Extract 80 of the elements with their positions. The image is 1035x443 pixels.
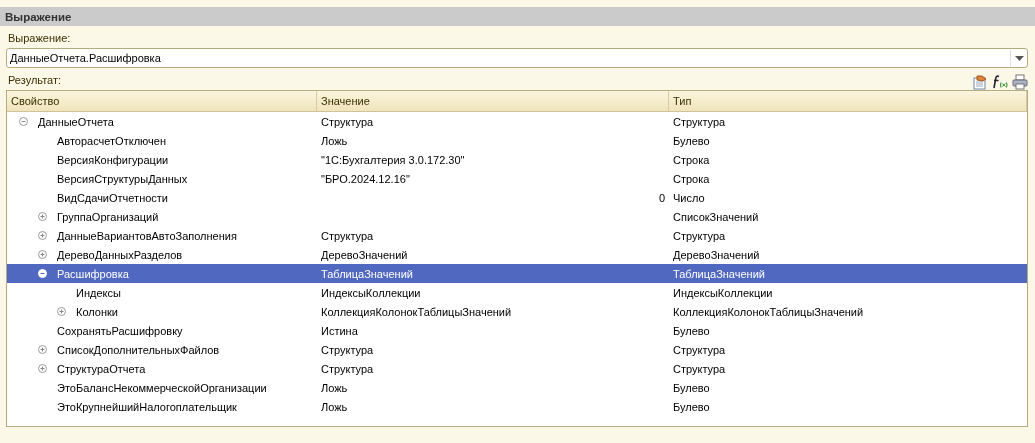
property-type: ДеревоЗначений xyxy=(673,248,760,261)
property-value: Структура xyxy=(321,229,374,242)
collapse-icon[interactable] xyxy=(19,117,28,126)
tree-row[interactable]: ДанныеВариантовАвтоЗаполнения Структура Структура xyxy=(7,226,1027,245)
tree-row[interactable]: СписокДополнительныхФайлов Структура Структура xyxy=(7,340,1027,359)
property-value: ИндексыКоллекции xyxy=(321,286,421,299)
tree-row[interactable]: ВидСдачиОтчетности 0 Число xyxy=(7,188,1027,207)
property-name: ДанныеВариантовАвтоЗаполнения xyxy=(57,229,237,242)
tree-row[interactable]: ВерсияСтруктурыДанных "БРО.2024.12.16" Строка xyxy=(7,169,1027,188)
property-name: Расшифровка xyxy=(57,267,129,280)
property-value: Истина xyxy=(321,324,358,337)
result-label: Результат: xyxy=(7,73,62,88)
dropdown-caret-icon[interactable] xyxy=(1014,55,1024,61)
property-type: ИндексыКоллекции xyxy=(673,286,773,299)
property-value: Ложь xyxy=(321,400,348,413)
tree-row[interactable]: ЭтоБалансНекоммерческойОрганизации Ложь Булево xyxy=(7,378,1027,397)
tree-row[interactable]: ВерсияКонфигурации "1С:Бухгалтерия 3.0.172.30" Строка xyxy=(7,150,1027,169)
tree-row[interactable]: ДанныеОтчета Структура Структура xyxy=(7,112,1027,131)
expand-icon[interactable] xyxy=(38,250,47,259)
expand-icon[interactable] xyxy=(57,307,66,316)
tree-row[interactable]: ЭтоКрупнейшийНалогоплательщик Ложь Булево xyxy=(7,397,1027,416)
property-name: СписокДополнительныхФайлов xyxy=(57,343,220,356)
expand-icon[interactable] xyxy=(38,212,47,221)
tree-row[interactable]: Колонки КоллекцияКолонокТаблицыЗначений КоллекцияКолонокТаблицыЗначений xyxy=(7,302,1027,321)
property-type: Структура xyxy=(673,362,726,375)
function-icon[interactable] xyxy=(992,74,1008,90)
property-name: ДанныеОтчета xyxy=(38,115,114,128)
property-name: ВидСдачиОтчетности xyxy=(57,191,168,204)
property-type: Структура xyxy=(673,343,726,356)
property-value: "БРО.2024.12.16" xyxy=(321,172,410,185)
property-type: Структура xyxy=(673,115,726,128)
property-value: Структура xyxy=(321,343,374,356)
property-name: Индексы xyxy=(76,286,121,299)
property-type: Строка xyxy=(673,153,710,166)
expression-field[interactable]: ДанныеОтчета.Расшифровка xyxy=(6,48,1028,68)
tree-row[interactable]: Индексы ИндексыКоллекции ИндексыКоллекции xyxy=(7,283,1027,302)
printer-icon[interactable] xyxy=(1012,74,1028,90)
property-name: СохранятьРасшифровку xyxy=(57,324,183,337)
property-value: Структура xyxy=(321,115,374,128)
property-type: Число xyxy=(673,191,705,204)
tree-row[interactable]: ДеревоДанныхРазделов ДеревоЗначений ДеревоЗначений xyxy=(7,245,1027,264)
property-name: Колонки xyxy=(76,305,118,318)
tree-row[interactable]: Расшифровка ТаблицаЗначений ТаблицаЗначений xyxy=(7,264,1027,283)
expand-icon[interactable] xyxy=(38,364,47,373)
column-header[interactable]: Свойство xyxy=(7,91,317,111)
property-name: ЭтоБалансНекоммерческойОрганизации xyxy=(57,381,267,394)
property-name: ВерсияСтруктурыДанных xyxy=(57,172,188,185)
property-name: ЭтоКрупнейшийНалогоплательщик xyxy=(57,400,237,413)
property-value: КоллекцияКолонокТаблицыЗначений xyxy=(321,305,512,318)
property-type: ТаблицаЗначений xyxy=(673,267,765,280)
expand-icon[interactable] xyxy=(38,345,47,354)
property-name: СтруктураОтчета xyxy=(57,362,146,375)
column-header[interactable]: Значение xyxy=(317,91,669,111)
property-type: КоллекцияКолонокТаблицыЗначений xyxy=(673,305,864,318)
expand-icon[interactable] xyxy=(38,231,47,240)
property-type: Строка xyxy=(673,172,710,185)
expression-label: Выражение: xyxy=(7,31,72,46)
tree-row[interactable]: ГруппаОрганизаций СписокЗначений xyxy=(7,207,1027,226)
tree-row[interactable]: СтруктураОтчета Структура Структура xyxy=(7,359,1027,378)
property-value: ТаблицаЗначений xyxy=(321,267,413,280)
property-name: ГруппаОрганизаций xyxy=(57,210,159,223)
property-name: АвторасчетОтключен xyxy=(57,134,166,147)
tree-row[interactable]: АвторасчетОтключен Ложь Булево xyxy=(7,131,1027,150)
property-type: Булево xyxy=(673,400,710,413)
property-value: "1С:Бухгалтерия 3.0.172.30" xyxy=(321,153,465,166)
property-value: Ложь xyxy=(321,381,348,394)
property-value: 0 xyxy=(658,191,665,204)
property-name: ВерсияКонфигурации xyxy=(57,153,169,166)
property-type: Структура xyxy=(673,229,726,242)
property-type: Булево xyxy=(673,134,710,147)
property-type: Булево xyxy=(673,324,710,337)
property-value: Структура xyxy=(321,362,374,375)
property-value: ДеревоЗначений xyxy=(321,248,408,261)
property-value: Ложь xyxy=(321,134,348,147)
property-type: Булево xyxy=(673,381,710,394)
tree-row[interactable]: СохранятьРасшифровку Истина Булево xyxy=(7,321,1027,340)
window-title: Выражение xyxy=(5,10,72,23)
property-type: СписокЗначений xyxy=(673,210,759,223)
column-header[interactable]: Тип xyxy=(669,91,1027,111)
property-name: ДеревоДанныхРазделов xyxy=(57,248,183,261)
